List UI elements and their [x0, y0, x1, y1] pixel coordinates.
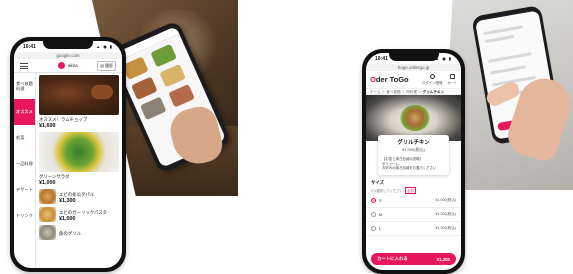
category-item-active[interactable]: オススメ — [14, 99, 35, 125]
login-label: ログイン/登録 — [422, 81, 443, 85]
item-price: ¥1,600 — [39, 123, 56, 129]
size-note-text: 1つ選択してください — [371, 188, 404, 193]
item-name: 魚のグリル — [59, 230, 81, 236]
site-header: Oder ToGo ログイン/登録 カート — [366, 71, 461, 88]
dish-thumbnail — [168, 83, 195, 108]
store-badge: akira — [58, 62, 78, 69]
status-icons: ▲ ◉ ▮ — [96, 44, 113, 49]
phone-notch — [43, 41, 93, 49]
cart-button[interactable]: カート — [447, 74, 457, 85]
required-badge: 必須 — [405, 186, 416, 194]
phone-product-detail: 10:41 ▲ ◉ ▮ hoge.ordergo.jp Oder ToGo ログ… — [362, 49, 465, 274]
cart-icon — [449, 74, 455, 79]
add-to-cart-price: ¥1,300 — [436, 256, 450, 262]
dish-thumbnail — [159, 63, 186, 88]
shrimp-dish-photo — [39, 189, 56, 204]
size-note: 1つ選択してください 必須 — [366, 186, 461, 194]
promo-stage: 10:41 ▲ ◉ ▮ google.com akira ▤ 履歴 食べ放題料理… — [0, 0, 573, 274]
dish-thumbnail — [122, 56, 149, 80]
size-option-s[interactable]: S ¥1,000(税込) — [366, 194, 461, 208]
store-name: akira — [68, 63, 78, 68]
dish-thumbnail — [139, 96, 167, 121]
size-option-l[interactable]: L ¥1,300(税込) — [366, 222, 461, 236]
grilled-fish-photo — [39, 225, 56, 240]
product-name: グリルチキン — [397, 140, 430, 146]
dish-thumbnail — [150, 43, 177, 68]
status-time: 10:41 — [375, 56, 388, 62]
cart-label: カート — [447, 81, 457, 85]
radio-icon[interactable] — [371, 211, 376, 217]
menu-item-card[interactable]: オススメ！ラムチョップ ¥1,600 — [39, 75, 119, 129]
radio-icon[interactable] — [371, 225, 376, 231]
item-name: エビのガーリックパスタ — [59, 209, 108, 215]
category-item[interactable]: 前菜 — [14, 125, 35, 151]
add-to-cart-button[interactable]: カートに入れる ¥1,300 — [371, 253, 456, 265]
product-description: 【お皿と焼き加減の説明】 ボリューム お好みの焼き加減をお選びください — [382, 157, 437, 171]
hamburger-icon[interactable] — [20, 62, 28, 69]
breadcrumb-current: グリルチキン — [422, 90, 445, 94]
phone-menu-list: 10:41 ▲ ◉ ▮ google.com akira ▤ 履歴 食べ放題料理… — [10, 37, 126, 272]
order-to-go-logo[interactable]: Oder ToGo — [370, 75, 409, 84]
size-option-m[interactable]: M ¥1,200(税込) — [366, 208, 461, 222]
store-logo-icon — [58, 62, 65, 69]
option-label: M — [379, 211, 383, 217]
add-to-cart-label: カートに入れる — [377, 256, 408, 261]
salad-photo — [39, 132, 119, 172]
menu-header: akira ▤ 履歴 — [14, 59, 122, 73]
item-price: ¥1,000 — [59, 215, 76, 222]
text-line — [490, 65, 526, 75]
phone-screen: 10:41 ▲ ◉ ▮ hoge.ordergo.jp Oder ToGo ログ… — [366, 53, 461, 270]
breadcrumb-trail[interactable]: ホーム ＞ 食べ放題 ＞ 肉料理 ＞ — [370, 90, 423, 94]
status-time: 10:41 — [23, 44, 36, 50]
product-price: ¥1,000(税込) — [402, 147, 425, 152]
option-price: ¥1,300(税込) — [435, 225, 456, 230]
menu-item-card[interactable]: グリーンサラダ ¥1,000 — [39, 132, 119, 186]
product-card: グリルチキン ¥1,000(税込) 【お皿と焼き加減の説明】 ボリューム お好み… — [378, 135, 449, 175]
breadcrumb: ホーム ＞ 食べ放題 ＞ 肉料理 ＞ グリルチキン — [366, 88, 461, 95]
phone-notch — [388, 53, 439, 61]
option-price: ¥1,000(税込) — [435, 197, 456, 202]
category-sidebar: 食べ放題料理 オススメ 前菜 一品料理 デザート ドリンク — [14, 73, 36, 268]
pasta-photo — [39, 207, 56, 222]
menu-items: オススメ！ラムチョップ ¥1,600 グリーンサラダ ¥1,000 エビの冬瓜タ… — [36, 73, 122, 268]
header-actions: ログイン/登録 カート — [422, 74, 457, 85]
grilled-chicken-plate — [400, 105, 430, 131]
option-price: ¥1,200(税込) — [435, 211, 456, 216]
receipt-icon: ▤ — [100, 63, 104, 68]
phone-screen: 10:41 ▲ ◉ ▮ google.com akira ▤ 履歴 食べ放題料理… — [14, 41, 122, 268]
menu-body: 食べ放題料理 オススメ 前菜 一品料理 デザート ドリンク オススメ！ラムチョッ… — [14, 73, 122, 268]
logo-text: der ToGo — [375, 75, 409, 84]
login-button[interactable]: ログイン/登録 — [422, 74, 442, 85]
user-icon — [429, 74, 435, 79]
category-item[interactable]: ドリンク — [14, 203, 35, 229]
menu-list-item[interactable]: エビの冬瓜タパル ¥1,300 — [39, 189, 119, 204]
menu-list-item[interactable]: 魚のグリル — [39, 225, 119, 240]
lamb-chop-photo — [39, 75, 119, 115]
item-price: ¥1,300 — [59, 197, 76, 204]
category-item[interactable]: 食べ放題料理 — [14, 73, 35, 99]
option-label: L — [379, 225, 382, 231]
category-item[interactable]: デザート — [14, 177, 35, 203]
text-line — [484, 34, 515, 44]
size-title: サイズ — [371, 179, 385, 185]
menu-list-item[interactable]: エビのガーリックパスタ ¥1,000 — [39, 207, 119, 222]
item-price: ¥1,000 — [39, 180, 56, 186]
option-label: S — [379, 197, 382, 203]
url-bar[interactable]: hoge.ordergo.jp — [366, 64, 461, 71]
category-item[interactable]: 一品料理 — [14, 151, 35, 177]
text-line — [487, 52, 532, 63]
history-button[interactable]: ▤ 履歴 — [97, 60, 116, 71]
url-bar[interactable]: google.com — [14, 52, 122, 59]
text-line — [483, 25, 523, 36]
radio-selected-icon[interactable] — [371, 197, 376, 203]
dish-thumbnail — [131, 76, 158, 101]
history-label: 履歴 — [105, 62, 113, 68]
item-name: エビの冬瓜タパル — [59, 191, 95, 197]
